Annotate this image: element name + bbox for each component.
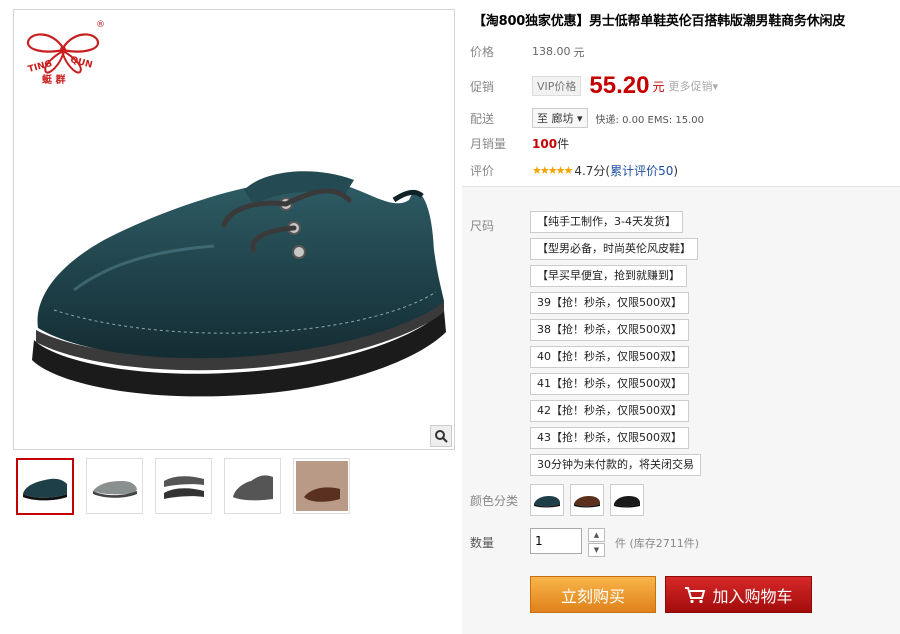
more-promo-link[interactable]: 更多促销▾ bbox=[668, 78, 718, 94]
thumb-shoe-icon bbox=[163, 476, 204, 499]
quantity-label: 数量 bbox=[470, 536, 495, 550]
color-swatch-black[interactable] bbox=[610, 484, 644, 516]
original-price-unit: 元 bbox=[573, 45, 585, 59]
quantity-increase-button[interactable]: ▲ bbox=[588, 528, 605, 542]
add-to-cart-label: 加入购物车 bbox=[712, 586, 793, 606]
size-option[interactable]: 41【抢！秒杀，仅限500双】 bbox=[530, 373, 689, 395]
vip-price-tag: VIP价格 bbox=[532, 76, 582, 96]
shoe-image bbox=[32, 171, 446, 397]
delivery-label: 配送 bbox=[470, 111, 495, 126]
price-label: 价格 bbox=[470, 45, 495, 59]
thumbnail-1[interactable] bbox=[16, 458, 74, 515]
shoe-swatch-icon bbox=[574, 496, 600, 508]
shoe-swatch-icon bbox=[614, 496, 640, 508]
thumbnail-2[interactable] bbox=[86, 458, 143, 514]
rating-close: ) bbox=[673, 163, 679, 178]
buy-now-label: 立刻购买 bbox=[560, 586, 625, 606]
rating-stars-icon: ★★★★★ bbox=[532, 164, 573, 177]
color-options bbox=[530, 484, 644, 516]
main-product-image[interactable]: TING QUN 蜓 群 ® bbox=[13, 9, 455, 450]
thumb-shoe-icon bbox=[232, 475, 273, 501]
rating-row: 评价 ★★★★★ 4.7分( 累计评价50 ) bbox=[470, 162, 678, 179]
quantity-decrease-button[interactable]: ▼ bbox=[588, 543, 605, 557]
thumbnail-strip bbox=[16, 458, 350, 515]
promo-row: 促销 VIP价格 55.20 元 更多促销▾ bbox=[470, 72, 718, 100]
sales-count: 100 bbox=[532, 136, 558, 151]
quantity-input[interactable] bbox=[530, 528, 582, 554]
color-label: 颜色分类 bbox=[470, 494, 519, 508]
thumbnail-3[interactable] bbox=[155, 458, 212, 514]
color-swatch-dark-green[interactable] bbox=[530, 484, 564, 516]
stock-info: 件 (库存2711件) bbox=[615, 537, 700, 550]
promo-label: 促销 bbox=[470, 79, 495, 94]
shipping-fees: 快递: 0.00 EMS: 15.00 bbox=[595, 114, 704, 126]
promo-price: 55.20 bbox=[589, 72, 650, 99]
size-option[interactable]: 30分钟为未付款的，将关闭交易 bbox=[530, 454, 701, 476]
rating-score: 4.7分( bbox=[574, 164, 611, 178]
size-option[interactable]: 【早买早便宜，抢到就赚到】 bbox=[530, 265, 687, 287]
size-option[interactable]: 38【抢！秒杀，仅限500双】 bbox=[530, 319, 689, 341]
size-label: 尺码 bbox=[470, 219, 495, 233]
sales-row: 月销量 100 件 bbox=[470, 135, 569, 152]
size-options: 【纯手工制作，3-4天发货】 【型男必备，时尚英伦风皮鞋】 【早买早便宜，抢到就… bbox=[530, 211, 701, 481]
size-option[interactable]: 42【抢！秒杀，仅限500双】 bbox=[530, 400, 689, 422]
product-title: 【淘800独家优惠】男士低帮单鞋英伦百搭韩版潮男鞋商务休闲皮 bbox=[473, 14, 846, 29]
thumbnail-5[interactable] bbox=[293, 458, 350, 514]
size-option[interactable]: 39【抢！秒杀，仅限500双】 bbox=[530, 292, 689, 314]
sku-panel: 尺码 【纯手工制作，3-4天发货】 【型男必备，时尚英伦风皮鞋】 【早买早便宜，… bbox=[462, 186, 900, 634]
thumb-shoe-icon bbox=[23, 478, 67, 500]
rating-label: 评价 bbox=[470, 164, 495, 178]
size-option[interactable]: 【型男必备，时尚英伦风皮鞋】 bbox=[530, 238, 698, 260]
thumb-shoe-icon bbox=[295, 461, 348, 511]
sales-label: 月销量 bbox=[470, 137, 507, 151]
review-count-link[interactable]: 累计评价50 bbox=[610, 162, 673, 179]
size-option[interactable]: 【纯手工制作，3-4天发货】 bbox=[530, 211, 683, 233]
add-to-cart-button[interactable]: 加入购物车 bbox=[665, 576, 812, 613]
price-row: 价格 138.00 元 bbox=[470, 43, 585, 60]
cart-icon bbox=[685, 586, 706, 603]
promo-price-unit: 元 bbox=[652, 79, 665, 94]
destination-select[interactable]: 至 廊坊 ▾ bbox=[532, 108, 588, 128]
thumbnail-4[interactable] bbox=[224, 458, 281, 514]
delivery-row: 配送 至 廊坊 ▾ 快递: 0.00 EMS: 15.00 bbox=[470, 108, 704, 128]
size-option[interactable]: 40【抢！秒杀，仅限500双】 bbox=[530, 346, 689, 368]
buy-now-button[interactable]: 立刻购买 bbox=[530, 576, 656, 613]
size-option[interactable]: 43【抢！秒杀，仅限500双】 bbox=[530, 427, 689, 449]
sales-unit: 件 bbox=[557, 137, 570, 151]
color-swatch-brown[interactable] bbox=[570, 484, 604, 516]
thumb-shoe-icon bbox=[92, 481, 137, 498]
original-price: 138.00 bbox=[532, 45, 571, 58]
shoe-swatch-icon bbox=[534, 496, 560, 508]
zoom-icon bbox=[435, 430, 448, 443]
zoom-button[interactable] bbox=[430, 425, 452, 447]
